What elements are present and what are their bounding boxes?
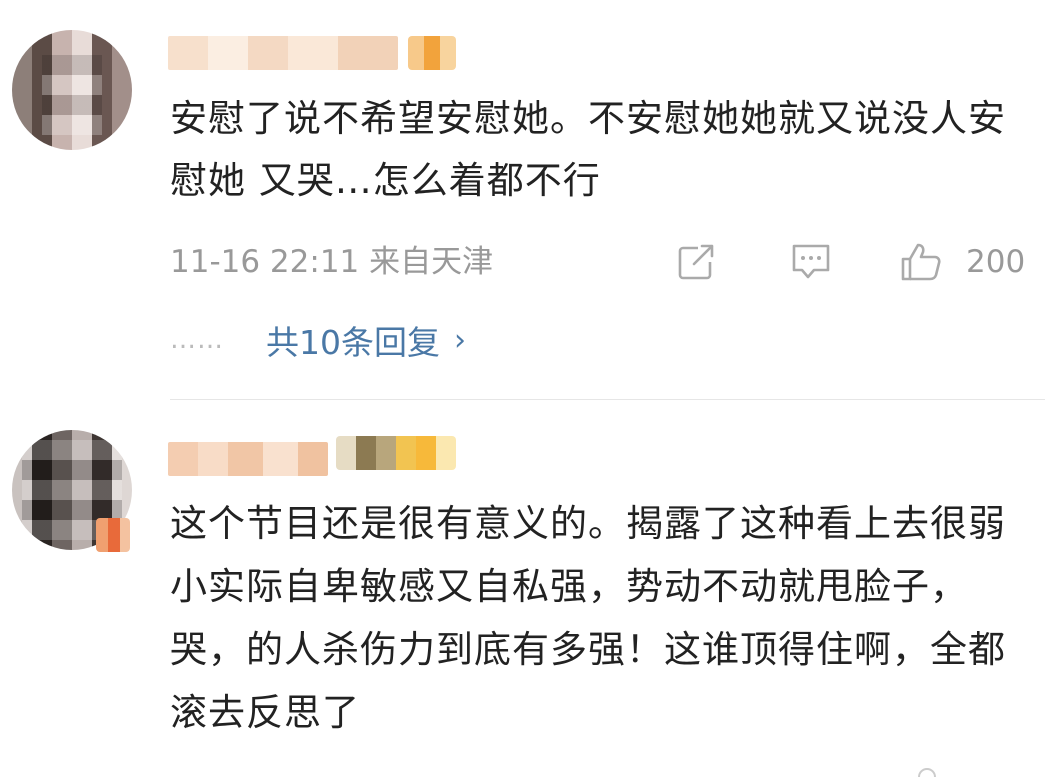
thumbs-up-icon[interactable]: [900, 242, 942, 282]
user-badge-icon: [336, 436, 456, 470]
replies-row[interactable]: …… 共10条回复 ›: [170, 316, 466, 364]
user-badge-icon: [408, 36, 456, 70]
view-replies-label: 共10条回复: [266, 323, 440, 362]
avatar-badge-icon: [96, 518, 130, 552]
comment-icon[interactable]: [790, 242, 832, 282]
share-icon[interactable]: [676, 242, 718, 282]
view-replies-link[interactable]: 共10条回复 ›: [266, 316, 466, 364]
comment-text: 安慰了说不希望安慰她。不安慰她她就又说没人安慰她 又哭…怎么着都不行: [170, 97, 1006, 202]
comment-item: 安慰了说不希望安慰她。不安慰她她就又说没人安慰她 又哭…怎么着都不行 11-16…: [0, 0, 1045, 400]
like-count: 200: [966, 244, 1026, 280]
comment-list: 安慰了说不希望安慰她。不安慰她她就又说没人安慰她 又哭…怎么着都不行 11-16…: [0, 0, 1045, 777]
comment-time-location: 11-16 22:11 来自天津: [170, 244, 494, 280]
username-blurred[interactable]: [168, 36, 398, 70]
comment-text: 这个节目还是很有意义的。揭露了这种看上去很弱小实际自卑敏感又自私强，势动不动就甩…: [170, 502, 1006, 734]
comment-item: 这个节目还是很有意义的。揭露了这种看上去很弱小实际自卑敏感又自私强，势动不动就甩…: [0, 400, 1045, 777]
replies-dots: ……: [170, 325, 224, 355]
username-blurred[interactable]: [168, 442, 328, 476]
avatar[interactable]: [12, 30, 132, 150]
comment-meta: 11-16 22:11 来自天津 200: [170, 240, 1030, 284]
chevron-right-icon: ›: [454, 322, 466, 358]
